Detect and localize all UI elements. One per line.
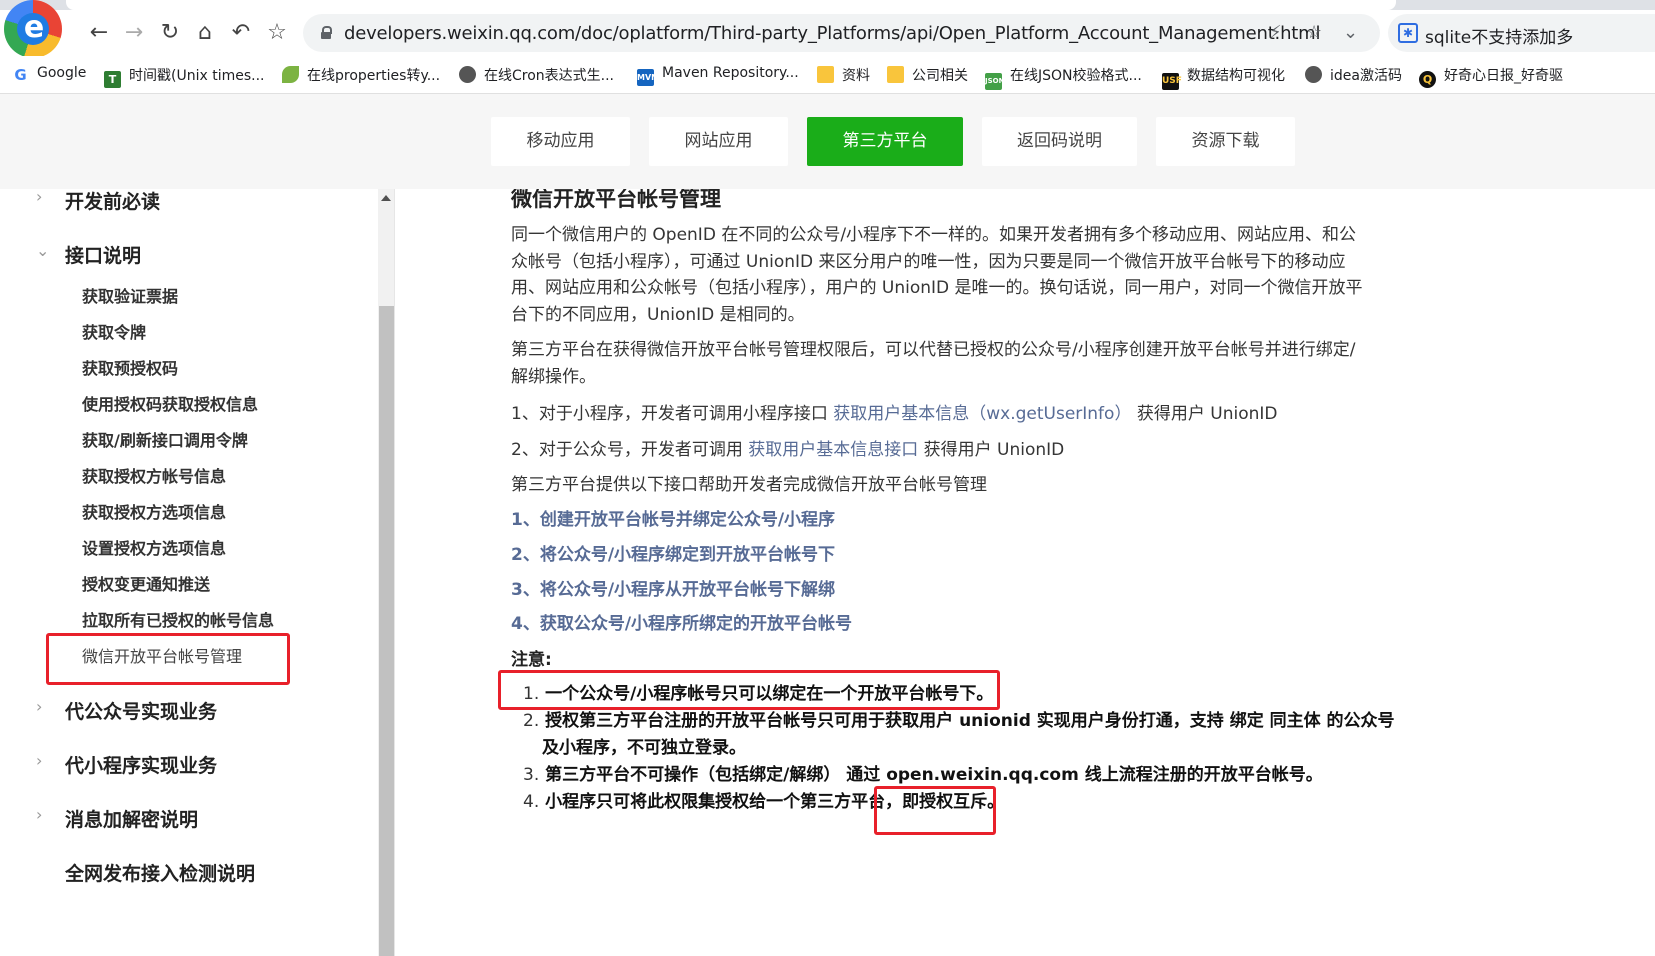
nav-website-app[interactable]: 网站应用 bbox=[649, 117, 788, 166]
sidebar-group-before-dev[interactable]: 开发前必读 bbox=[65, 189, 160, 214]
note-item: 4. 小程序只可将此权限集授权给一个第三方平台，即授权互斥。 bbox=[523, 792, 1005, 812]
bookmark-item[interactable]: 在线Cron表达式生... bbox=[459, 65, 614, 85]
sidebar-item[interactable]: 获取/刷新接口调用令牌 bbox=[82, 427, 248, 451]
note-item-continued: 及小程序，不可独立登录。 bbox=[542, 738, 746, 758]
globe-icon bbox=[1305, 66, 1322, 83]
browser-logo-icon: e bbox=[4, 0, 62, 58]
sidebar-item[interactable]: 获取授权方选项信息 bbox=[82, 499, 226, 523]
q-icon: Q bbox=[1419, 71, 1436, 88]
sidebar-group-encryption[interactable]: 消息加解密说明 bbox=[65, 805, 198, 832]
list-item-official-account: 2、对于公众号，开发者可调用 获取用户基本信息接口 获得用户 UnionID bbox=[511, 440, 1065, 460]
chevron-right-icon[interactable]: › bbox=[36, 805, 42, 824]
clock-icon: T bbox=[104, 71, 121, 88]
json-icon: JSON bbox=[985, 73, 1004, 90]
intro-text: 第三方平台提供以下接口帮助开发者完成微信开放平台帐号管理 bbox=[511, 475, 987, 495]
browser-toolbar: e ← → ↻ ⌂ ↶ ☆ developers.weixin.qq.com/d… bbox=[0, 0, 1655, 58]
bookmark-item[interactable]: MVN Maven Repository... bbox=[637, 65, 799, 86]
home-icon[interactable]: ⌂ bbox=[192, 20, 218, 46]
lock-icon bbox=[321, 26, 332, 39]
list-item-mini-program: 1、对于小程序，开发者可调用小程序接口 获取用户基本信息（wx.getUserI… bbox=[511, 404, 1278, 424]
bookmark-item[interactable]: USF 数据结构可视化 bbox=[1162, 65, 1285, 90]
usf-icon: USF bbox=[1162, 73, 1182, 90]
doc-content: 微信开放平台帐号管理 同一个微信用户的 OpenID 在不同的公众号/小程序下不… bbox=[395, 189, 1655, 956]
note-item: 1. 一个公众号/小程序帐号只可以绑定在一个开放平台帐号下。 bbox=[523, 684, 994, 704]
chevron-right-icon[interactable]: › bbox=[36, 751, 42, 770]
google-icon: G bbox=[14, 66, 27, 84]
bookmark-item[interactable]: T 时间戳(Unix times... bbox=[104, 65, 264, 88]
bookmark-item[interactable]: G Google bbox=[12, 65, 86, 84]
link-get-bound-account[interactable]: 4、获取公众号/小程序所绑定的开放平台帐号 bbox=[511, 609, 852, 634]
back-icon[interactable]: ← bbox=[86, 20, 112, 46]
folder-icon bbox=[887, 66, 904, 83]
leaf-icon bbox=[282, 66, 299, 83]
paragraph-unionid: 同一个微信用户的 OpenID 在不同的公众号/小程序下不一样的。如果开发者拥有… bbox=[511, 225, 1363, 325]
tab-strip bbox=[0, 0, 1655, 10]
bookmark-item[interactable]: 在线properties转y... bbox=[282, 65, 440, 85]
bookmark-star-icon[interactable]: ☆ bbox=[264, 20, 290, 46]
bookmark-item[interactable]: JSON 在线JSON校验格式... bbox=[985, 65, 1142, 90]
scroll-thumb[interactable] bbox=[379, 306, 394, 956]
nav-mobile-app[interactable]: 移动应用 bbox=[491, 117, 630, 166]
note-item: 2. 授权第三方平台注册的开放平台帐号只可用于获取用户 unionid 实现用户… bbox=[523, 711, 1395, 731]
sidebar-item-current[interactable]: 微信开放平台帐号管理 bbox=[82, 643, 242, 667]
note-title: 注意: bbox=[511, 650, 552, 670]
paragraph-permission: 第三方平台在获得微信开放平台帐号管理权限后，可以代替已授权的公众号/小程序创建开… bbox=[511, 340, 1356, 387]
sidebar-group-release-check[interactable]: 全网发布接入检测说明 bbox=[65, 859, 255, 886]
forward-icon[interactable]: → bbox=[121, 20, 147, 46]
reload-icon[interactable]: ↻ bbox=[157, 20, 183, 46]
url-text[interactable]: developers.weixin.qq.com/doc/oplatform/T… bbox=[344, 23, 1320, 44]
link-unbind[interactable]: 3、将公众号/小程序从开放平台帐号下解绑 bbox=[511, 575, 835, 600]
sidebar-item[interactable]: 获取预授权码 bbox=[82, 355, 178, 379]
link-bind-to-account[interactable]: 2、将公众号/小程序绑定到开放平台帐号下 bbox=[511, 540, 835, 565]
chevron-right-icon[interactable]: › bbox=[36, 189, 42, 206]
sidebar-item[interactable]: 获取授权方帐号信息 bbox=[82, 463, 226, 487]
bookmark-item[interactable]: Q 好奇心日报_好奇驱 bbox=[1419, 65, 1563, 88]
nav-resource-download[interactable]: 资源下载 bbox=[1156, 117, 1295, 166]
sidebar-item[interactable]: 使用授权码获取授权信息 bbox=[82, 391, 258, 415]
sidebar-item[interactable]: 拉取所有已授权的帐号信息 bbox=[82, 607, 274, 631]
note-item: 3. 第三方平台不可操作（包括绑定/解绑） 通过 open.weixin.qq.… bbox=[523, 765, 1323, 785]
link-user-info-api[interactable]: 获取用户基本信息接口 bbox=[748, 440, 918, 460]
footer-links bbox=[511, 899, 1361, 905]
address-bar[interactable]: developers.weixin.qq.com/doc/oplatform/T… bbox=[303, 14, 1380, 52]
extension-text: sqlite不支持添加多 bbox=[1425, 28, 1574, 48]
site-header: 移动应用 网站应用 第三方平台 返回码说明 资源下载 bbox=[0, 94, 1655, 189]
page-title: 微信开放平台帐号管理 bbox=[511, 189, 721, 211]
active-tab[interactable] bbox=[66, 0, 1396, 10]
sidebar-item[interactable]: 获取令牌 bbox=[82, 319, 146, 343]
chevron-down-icon[interactable]: ⌄ bbox=[36, 241, 49, 260]
sidebar-group-api[interactable]: 接口说明 bbox=[65, 241, 141, 268]
sidebar-scrollbar[interactable] bbox=[378, 189, 395, 956]
scroll-up-arrow-icon[interactable] bbox=[381, 195, 391, 201]
extension-chip[interactable]: ✱ sqlite不支持添加多 bbox=[1388, 14, 1655, 52]
doc-sidebar: › 开发前必读 ⌄ 接口说明 获取验证票据 获取令牌 获取预授权码 使用授权码获… bbox=[0, 189, 378, 956]
folder-icon bbox=[817, 66, 834, 83]
nav-third-party-platform[interactable]: 第三方平台 bbox=[807, 117, 963, 166]
sidebar-group-official-account[interactable]: 代公众号实现业务 bbox=[65, 697, 217, 724]
sidebar-group-mini-program[interactable]: 代小程序实现业务 bbox=[65, 751, 217, 778]
sidebar-item[interactable]: 设置授权方选项信息 bbox=[82, 535, 226, 559]
bookmark-item[interactable]: 公司相关 bbox=[887, 65, 968, 85]
link-create-and-bind[interactable]: 1、创建开放平台帐号并绑定公众号/小程序 bbox=[511, 505, 835, 530]
globe-icon bbox=[459, 66, 476, 83]
sidebar-item[interactable]: 授权变更通知推送 bbox=[82, 571, 210, 595]
maven-icon: MVN bbox=[637, 69, 658, 86]
bookmarks-bar: G Google T 时间戳(Unix times... 在线properties转… bbox=[0, 56, 1655, 94]
baidu-paw-icon: ✱ bbox=[1398, 23, 1418, 43]
bookmark-item[interactable]: idea激活码 bbox=[1305, 65, 1402, 85]
undo-icon[interactable]: ↶ bbox=[228, 20, 254, 46]
chevron-down-icon[interactable]: ⌄ bbox=[1343, 22, 1358, 43]
lightning-icon[interactable]: ⚡ bbox=[1269, 22, 1282, 43]
link-get-user-info[interactable]: 获取用户基本信息（wx.getUserInfo） bbox=[833, 404, 1131, 424]
sidebar-item[interactable]: 获取验证票据 bbox=[82, 283, 178, 307]
nav-return-codes[interactable]: 返回码说明 bbox=[982, 117, 1137, 166]
bookmark-item[interactable]: 资料 bbox=[817, 65, 870, 85]
star-icon[interactable]: ☆ bbox=[1306, 22, 1322, 43]
chevron-right-icon[interactable]: › bbox=[36, 697, 42, 716]
